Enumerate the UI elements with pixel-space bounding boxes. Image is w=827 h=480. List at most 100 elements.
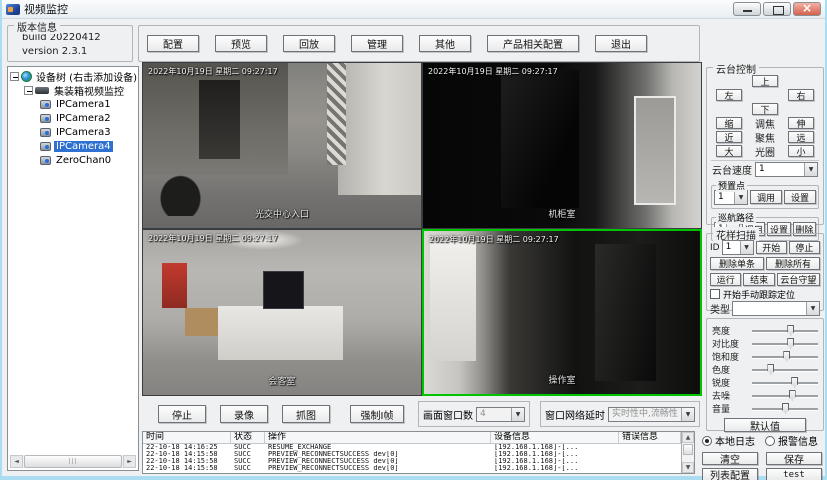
tree-item-device-group[interactable]: 集装箱视频监控 (8, 83, 138, 97)
chevron-down-icon[interactable] (681, 408, 694, 421)
delete-all-button[interactable]: 删除所有 (766, 257, 820, 270)
maximize-button[interactable] (763, 2, 791, 16)
config-button[interactable]: 配置 (147, 35, 199, 52)
slider-thumb[interactable] (782, 403, 789, 414)
slider-thumb[interactable] (791, 377, 798, 388)
playback-button[interactable]: 回放 (283, 35, 335, 52)
zoom-in-button[interactable]: 伸 (788, 117, 814, 129)
video-cell-4-selected[interactable]: 2022年10月19日 星期二 09:27:17 操作室 (422, 229, 702, 396)
brightness-slider[interactable] (752, 330, 818, 332)
zoom-out-button[interactable]: 缩 (716, 117, 742, 129)
iris-label: 光圈 (755, 144, 775, 159)
scroll-down-icon[interactable]: ▼ (682, 462, 694, 473)
preset-set-button[interactable]: 设置 (784, 190, 816, 204)
collapse-icon[interactable] (10, 72, 19, 81)
volume-slider[interactable] (752, 408, 818, 410)
network-delay-select[interactable]: 实时性中,流畅性 (608, 407, 695, 422)
table-row[interactable]: 22-10-18 14:15:58 SUCC PREVIEW_RECONNECT… (143, 458, 681, 465)
denoise-slider[interactable] (752, 395, 818, 397)
tracking-type-select[interactable] (732, 301, 820, 316)
table-row[interactable]: 22-10-18 14:16:25 SUCC RESUME_EXCHANGE [… (143, 444, 681, 451)
collapse-icon[interactable] (24, 86, 33, 95)
scroll-left-icon[interactable]: ◄ (10, 455, 23, 468)
pattern-id-select[interactable]: 1 (722, 240, 754, 255)
pattern-start-button[interactable]: 开始 (756, 241, 787, 254)
ptz-down-button[interactable]: 下 (752, 103, 778, 115)
ptz-up-button[interactable]: 上 (752, 75, 778, 87)
ptz-left-button[interactable]: 左 (716, 89, 742, 101)
slider-thumb[interactable] (767, 364, 774, 375)
preset-call-button[interactable]: 调用 (750, 190, 782, 204)
log-time: 22-10-18 14:15:58 (143, 451, 231, 458)
chevron-down-icon[interactable] (511, 408, 524, 421)
alarm-info-radio[interactable] (765, 436, 775, 446)
window-count-select[interactable]: 4 (476, 407, 525, 422)
ptz-watch-button[interactable]: 云台守望 (777, 273, 820, 286)
tree-item-ipcamera4-selected[interactable]: IPCamera4 (8, 139, 138, 153)
delete-single-button[interactable]: 删除单条 (710, 257, 764, 270)
iris-small-button[interactable]: 小 (788, 145, 814, 157)
log-status: SUCC (231, 458, 265, 465)
scrollbar-thumb[interactable]: ||| (24, 455, 122, 468)
iris-large-button[interactable]: 大 (716, 145, 742, 157)
tree-item-ipcamera3[interactable]: IPCamera3 (8, 125, 138, 139)
local-log-radio[interactable] (702, 436, 712, 446)
manual-tracking-checkbox[interactable] (710, 289, 720, 299)
record-button[interactable]: 录像 (220, 405, 268, 423)
table-row[interactable]: 22-10-18 14:15:58 SUCC PREVIEW_RECONNECT… (143, 451, 681, 458)
scrollbar-thumb[interactable] (683, 444, 693, 455)
scroll-up-icon[interactable]: ▲ (682, 432, 694, 443)
snapshot-button[interactable]: 抓图 (282, 405, 330, 423)
log-device: [192.168.1.168]-[... (491, 451, 619, 458)
contrast-slider[interactable] (752, 343, 818, 345)
tree-horizontal-scrollbar[interactable]: ◄ ||| ► (10, 455, 136, 468)
chevron-down-icon[interactable] (740, 241, 753, 254)
clear-button[interactable]: 清空 (702, 452, 758, 465)
chevron-down-icon[interactable] (734, 191, 747, 204)
log-vertical-scrollbar[interactable]: ▲ ▼ (681, 432, 694, 473)
preview-button[interactable]: 预览 (215, 35, 267, 52)
save-button[interactable]: 保存 (766, 452, 822, 465)
sharpness-slider[interactable] (752, 382, 818, 384)
table-row[interactable]: 22-10-18 14:15:58 SUCC PREVIEW_RECONNECT… (143, 465, 681, 472)
minimize-button[interactable] (733, 2, 761, 16)
pattern-end-button[interactable]: 结束 (743, 273, 774, 286)
close-button[interactable] (793, 2, 821, 16)
chevron-down-icon[interactable] (804, 163, 817, 176)
slider-thumb[interactable] (783, 351, 790, 362)
pattern-stop-button[interactable]: 停止 (789, 241, 820, 254)
stop-button[interactable]: 停止 (158, 405, 206, 423)
ptz-speed-select[interactable]: 1 (755, 162, 818, 177)
saturation-slider[interactable] (752, 356, 818, 358)
force-iframe-button[interactable]: 强制I帧 (350, 405, 404, 423)
slider-thumb[interactable] (787, 325, 794, 336)
log-status: SUCC (231, 451, 265, 458)
ptz-right-button[interactable]: 右 (788, 89, 814, 101)
default-values-button[interactable]: 默认值 (724, 418, 806, 432)
slider-thumb[interactable] (787, 338, 794, 349)
chevron-down-icon[interactable] (806, 302, 819, 315)
slider-thumb[interactable] (789, 390, 796, 401)
focus-far-button[interactable]: 远 (788, 131, 814, 143)
video-cell-3[interactable]: 2022年10月19日 星期二 09:27:17 会客室 (142, 229, 422, 396)
exit-button[interactable]: 退出 (595, 35, 647, 52)
log-side-controls: 本地日志 报警信息 清空 保存 列表配置 test (702, 433, 826, 480)
video-grid: 2022年10月19日 星期二 09:27:17 光交中心入口 2022年10月… (142, 62, 702, 396)
hue-slider[interactable] (752, 369, 818, 371)
tree-item-device-root[interactable]: 设备树 (右击添加设备) (8, 69, 138, 83)
list-config-button[interactable]: 列表配置 (702, 468, 758, 480)
test-button[interactable]: test (766, 468, 822, 480)
tree-item-zerochan0[interactable]: ZeroChan0 (8, 153, 138, 167)
log-error (619, 465, 681, 472)
scroll-right-icon[interactable]: ► (123, 455, 136, 468)
manage-button[interactable]: 管理 (351, 35, 403, 52)
video-cell-1[interactable]: 2022年10月19日 星期二 09:27:17 光交中心入口 (142, 62, 422, 229)
other-button[interactable]: 其他 (419, 35, 471, 52)
focus-near-button[interactable]: 近 (716, 131, 742, 143)
product-config-button[interactable]: 产品相关配置 (487, 35, 579, 52)
tree-item-ipcamera1[interactable]: IPCamera1 (8, 97, 138, 111)
video-cell-2[interactable]: 2022年10月19日 星期二 09:27:17 机柜室 (422, 62, 702, 229)
tree-item-ipcamera2[interactable]: IPCamera2 (8, 111, 138, 125)
log-device: [192.168.1.168]-[... (491, 458, 619, 465)
pattern-run-button[interactable]: 运行 (710, 273, 741, 286)
